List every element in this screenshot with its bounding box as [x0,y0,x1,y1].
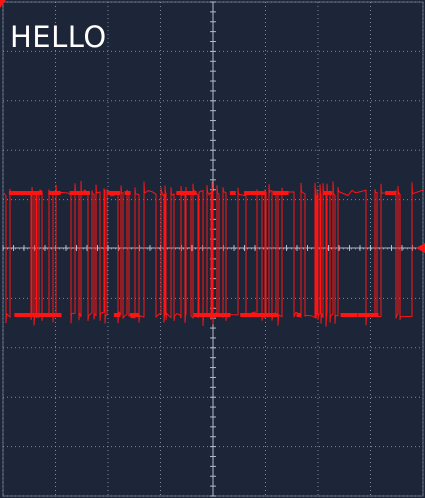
signal-rail-segment [272,191,289,195]
signal-rail-segment [358,313,372,317]
signal-rail-segment [176,191,194,195]
signal-rail-segment [369,313,379,317]
trigger-level-marker-icon[interactable] [416,243,425,253]
signal-rail-segment [48,191,61,195]
signal-rail-segment [323,191,333,195]
signal-rail-segment [191,191,197,195]
signal-rail-segment [13,191,24,195]
signal-rail-segment [124,191,131,195]
channel-label: HELLO [10,20,107,54]
signal-rail-segment [30,191,36,195]
signal-rail-segment [340,313,358,317]
oscilloscope-screen [0,0,425,497]
signal-trace-path [3,180,424,327]
signal-rail-segment [75,191,90,195]
signal-rail-segment [130,313,140,317]
oscilloscope-display[interactable]: HELLO [0,0,425,498]
signal-rail-segment [202,313,220,317]
signal-rail-segment [259,313,279,317]
signal-rail-segment [31,313,50,317]
signal-rail-segment [243,191,265,195]
signal-rail-segment [240,313,261,317]
signal-rail-segment [385,191,397,195]
signal-rail-segment [113,313,121,317]
signal-rail-segment [115,191,121,195]
signal-rail-segment [296,313,301,317]
signal-trace [3,180,424,327]
signal-rail-segment [193,313,202,317]
signal-rail-segment [229,191,236,195]
